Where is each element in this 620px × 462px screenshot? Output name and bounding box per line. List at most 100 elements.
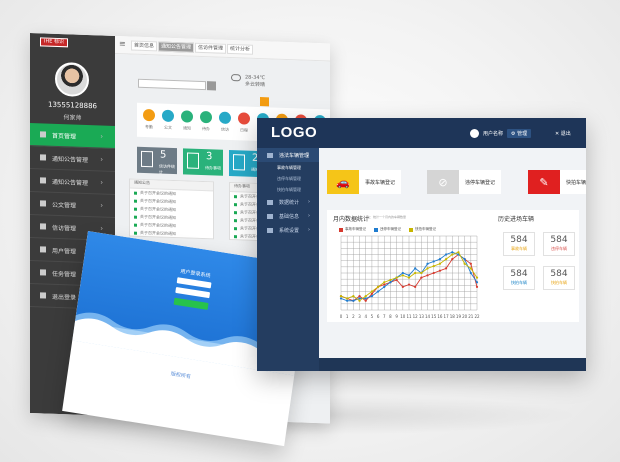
data-point — [383, 285, 386, 288]
chevron-right-icon: › — [308, 199, 310, 205]
quick-register-card[interactable]: ✎ 快拍车辆登记 — [528, 170, 586, 194]
legend-label: 快拍车辆登记 — [415, 227, 436, 231]
avatar[interactable] — [55, 61, 89, 98]
sidebar-item[interactable]: 通知公告管理 › — [30, 169, 115, 195]
search-button[interactable] — [207, 81, 216, 91]
data-point — [475, 276, 479, 279]
legend-item[interactable]: 事故车辆登记 — [339, 227, 366, 232]
data-point — [346, 299, 349, 302]
sidebar-group[interactable]: 数据统计 › — [257, 195, 319, 209]
bullet-icon — [234, 194, 237, 198]
app-icon[interactable] — [181, 110, 193, 123]
data-point — [401, 271, 404, 275]
sidebar-item-label: 信访管理 — [52, 224, 77, 233]
x-tick-label: 15 — [431, 314, 437, 319]
weather-widget: 28-34℃ 多云转晴 — [245, 75, 265, 90]
sidebar-group[interactable]: 基础信息 › — [257, 209, 319, 223]
app-icon[interactable] — [219, 111, 231, 125]
sidebar-group[interactable]: 违法车辆管理 ⌄ — [257, 148, 319, 162]
exit-button[interactable]: ✕ 退出 — [555, 130, 571, 137]
app-icon[interactable] — [238, 112, 250, 125]
sidebar-group[interactable]: 系统设置 › — [257, 223, 319, 237]
data-point — [444, 258, 448, 261]
card-label: 快拍车辆登记 — [566, 180, 586, 186]
chevron-right-icon: › — [100, 201, 103, 210]
sidebar-subitem[interactable]: 违停车辆管理 — [257, 173, 319, 184]
chart-legend: 事故车辆登记 违停车辆登记 快拍车辆登记 — [339, 227, 436, 232]
data-point — [395, 278, 398, 282]
menu-icon — [40, 246, 46, 253]
manage-label: 管理 — [517, 131, 528, 137]
stat-card[interactable]: 3 待办事项 — [183, 148, 223, 176]
search-input[interactable] — [138, 78, 206, 91]
data-point — [451, 258, 454, 261]
data-point — [414, 285, 417, 288]
bullet-icon — [234, 210, 237, 214]
data-point — [395, 276, 398, 279]
legend-item[interactable]: 快拍车辆登记 — [409, 227, 436, 232]
quick-register-card[interactable]: 🚗 事故车辆登记 — [327, 170, 401, 194]
stat-caption: 违停车辆 — [551, 246, 567, 251]
menu-icon — [40, 223, 46, 230]
sidebar-item[interactable]: 公文管理 › — [30, 192, 115, 218]
menu-icon[interactable]: ≡ — [119, 39, 126, 48]
chevron-right-icon: › — [100, 178, 103, 187]
sidebar-item[interactable]: 通知公告管理 › — [30, 146, 115, 172]
user-name: 何家帅 — [63, 114, 82, 122]
sidebar-item-label: 公文管理 — [52, 201, 77, 210]
data-point — [444, 253, 448, 256]
stat-number: 5 — [160, 149, 167, 161]
tab[interactable]: 首页信息 — [131, 40, 158, 52]
list-item-text: 关于召开会议的通知 — [140, 229, 176, 237]
sidebar-item[interactable]: 首页管理 › — [30, 123, 115, 149]
app-icon[interactable] — [200, 110, 212, 124]
app-icon-label: 信访 — [221, 126, 229, 132]
notice-list: 通知公告 关于召开会议的通知 关于召开会议的通知 关于召开会议的通知 关于召开会议的通知… — [129, 178, 214, 240]
chevron-right-icon: › — [100, 132, 103, 141]
list-item[interactable]: 关于召开会议的通知 — [130, 228, 213, 239]
app-icon[interactable] — [143, 108, 155, 122]
header-username[interactable]: 用户名称 — [483, 130, 503, 137]
tab[interactable]: 通知公告管理 — [158, 41, 195, 53]
user-avatar-icon[interactable] — [470, 129, 479, 138]
document-icon — [141, 150, 153, 168]
chevron-right-icon: › — [100, 224, 103, 233]
data-point — [426, 267, 429, 270]
legend-label: 违停车辆登记 — [380, 227, 401, 231]
data-point — [358, 295, 361, 298]
sidebar-group-label: 基础信息 — [279, 213, 300, 220]
sidebar-subitem[interactable]: 事故车辆管理 — [257, 162, 319, 173]
tab[interactable]: 统计分析 — [227, 43, 254, 55]
menu-icon — [40, 200, 46, 207]
x-tick-label: 8 — [389, 314, 392, 319]
bullet-icon — [134, 207, 137, 211]
x-tick-label: 3 — [358, 314, 361, 319]
stat-caption: 事故车辆 — [511, 246, 527, 251]
notification-icon[interactable] — [260, 97, 269, 107]
quick-register-card[interactable]: ⊘ 违停车辆登记 — [427, 170, 501, 194]
data-point — [389, 278, 392, 282]
x-tick-label: 7 — [383, 314, 386, 319]
sidebar-subitem[interactable]: 快拍车辆管理 — [257, 184, 319, 195]
app-icon-label: 通知 — [183, 125, 191, 131]
x-tick-label: 17 — [444, 314, 450, 319]
stat-card[interactable]: 5 信访件统计 — [137, 146, 177, 175]
list-item-text: 关于召开会议的通知 — [140, 221, 176, 229]
legend-item[interactable]: 违停车辆登记 — [374, 227, 401, 232]
tab[interactable]: 信访件管理 — [195, 42, 227, 54]
data-point — [376, 285, 380, 288]
x-tick-label: 6 — [377, 314, 380, 319]
stat-caption: 待办事项 — [205, 165, 221, 171]
list-item-text: 关于召开会议的通知 — [140, 213, 176, 221]
data-point — [438, 262, 442, 265]
manage-button[interactable]: ⚙ 管理 — [507, 129, 532, 138]
app-icon[interactable] — [162, 109, 174, 123]
stat-value: 584 — [510, 235, 528, 245]
camera-edit-icon: ✎ — [528, 170, 560, 194]
stat-value: 584 — [550, 235, 568, 245]
data-point — [339, 297, 343, 300]
bullet-icon — [134, 231, 137, 235]
data-point — [352, 295, 355, 298]
chevron-right-icon: › — [308, 213, 310, 219]
gear-icon: ⚙ — [511, 131, 516, 137]
